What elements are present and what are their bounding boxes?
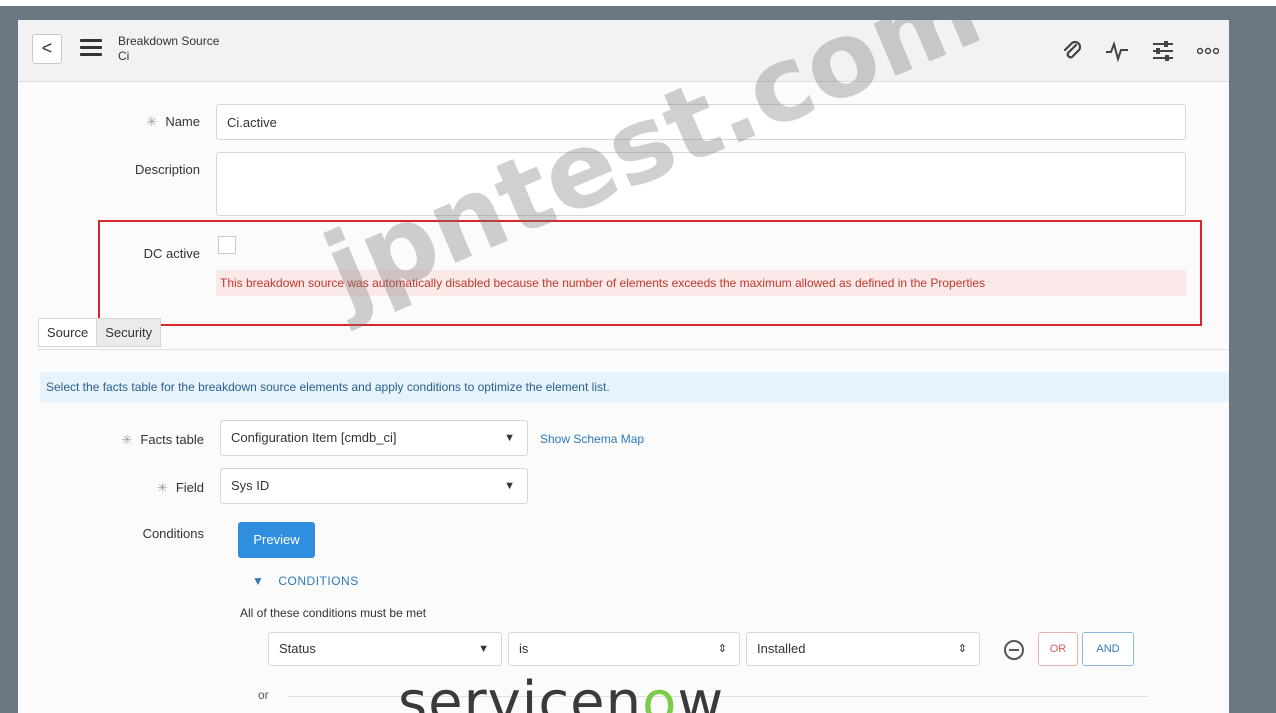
highlight-annotation xyxy=(98,220,1202,326)
facts-table-value: Configuration Item [cmdb_ci] xyxy=(231,430,397,445)
name-label: ✳ Name xyxy=(146,114,200,129)
hamburger-menu-icon[interactable] xyxy=(80,39,102,57)
required-icon: ✳ xyxy=(146,114,158,129)
facts-table-select[interactable]: Configuration Item [cmdb_ci] ▼ xyxy=(220,420,528,456)
form-header: < Breakdown Source Ci xyxy=(18,20,1229,82)
and-button[interactable]: AND xyxy=(1082,632,1134,666)
show-schema-map-link[interactable]: Show Schema Map xyxy=(540,432,644,446)
back-button[interactable]: < xyxy=(32,34,62,64)
servicenow-logo: servicenow xyxy=(398,670,725,713)
tab-source[interactable]: Source xyxy=(38,318,98,347)
field-select[interactable]: Sys ID ▼ xyxy=(220,468,528,504)
preview-button[interactable]: Preview xyxy=(238,522,315,558)
condition-value: Installed xyxy=(757,641,806,656)
updown-arrow-icon: ⇕ xyxy=(957,643,967,655)
more-icon[interactable] xyxy=(1197,46,1219,56)
page-subtitle: Ci xyxy=(118,49,130,63)
header-actions xyxy=(1061,40,1219,62)
dropdown-arrow-icon: ▼ xyxy=(504,432,515,444)
form-panel: < Breakdown Source Ci ✳Name Description … xyxy=(18,20,1229,713)
condition-operator-select[interactable]: is ⇕ xyxy=(508,632,740,666)
condition-field-value: Status xyxy=(279,641,316,656)
field-value: Sys ID xyxy=(231,478,270,493)
facts-table-label: ✳ Facts table xyxy=(121,432,205,447)
conditions-toggle[interactable]: ▼ CONDITIONS xyxy=(252,574,359,588)
dropdown-arrow-icon: ▼ xyxy=(504,480,515,492)
or-divider-label: or xyxy=(258,688,269,702)
conditions-note: All of these conditions must be met xyxy=(240,606,427,620)
condition-value-select[interactable]: Installed ⇕ xyxy=(746,632,980,666)
conditions-label: Conditions xyxy=(142,526,204,541)
or-button[interactable]: OR xyxy=(1038,632,1078,666)
page-title: Breakdown Source xyxy=(118,34,220,48)
condition-field-select[interactable]: Status ▼ xyxy=(268,632,502,666)
screenshot-frame: < Breakdown Source Ci ✳Name Description … xyxy=(0,6,1276,713)
collapse-triangle-icon: ▼ xyxy=(252,574,265,588)
required-icon: ✳ xyxy=(156,480,168,495)
condition-operator-value: is xyxy=(519,641,529,656)
remove-condition-icon[interactable] xyxy=(1004,640,1024,660)
required-icon: ✳ xyxy=(121,432,133,447)
paperclip-icon[interactable] xyxy=(1061,40,1083,62)
tab-bar: Source Security xyxy=(38,318,162,347)
updown-arrow-icon: ⇕ xyxy=(717,643,727,655)
settings-sliders-icon[interactable] xyxy=(1151,40,1175,62)
field-label: ✳ Field xyxy=(156,480,204,495)
tab-security[interactable]: Security xyxy=(97,318,162,347)
activity-icon[interactable] xyxy=(1105,40,1129,62)
info-message: Select the facts table for the breakdown… xyxy=(40,372,1229,402)
conditions-toggle-label: CONDITIONS xyxy=(278,574,359,588)
dropdown-arrow-icon: ▼ xyxy=(478,643,489,655)
description-label: Description xyxy=(134,162,200,177)
tab-divider xyxy=(38,349,1229,350)
